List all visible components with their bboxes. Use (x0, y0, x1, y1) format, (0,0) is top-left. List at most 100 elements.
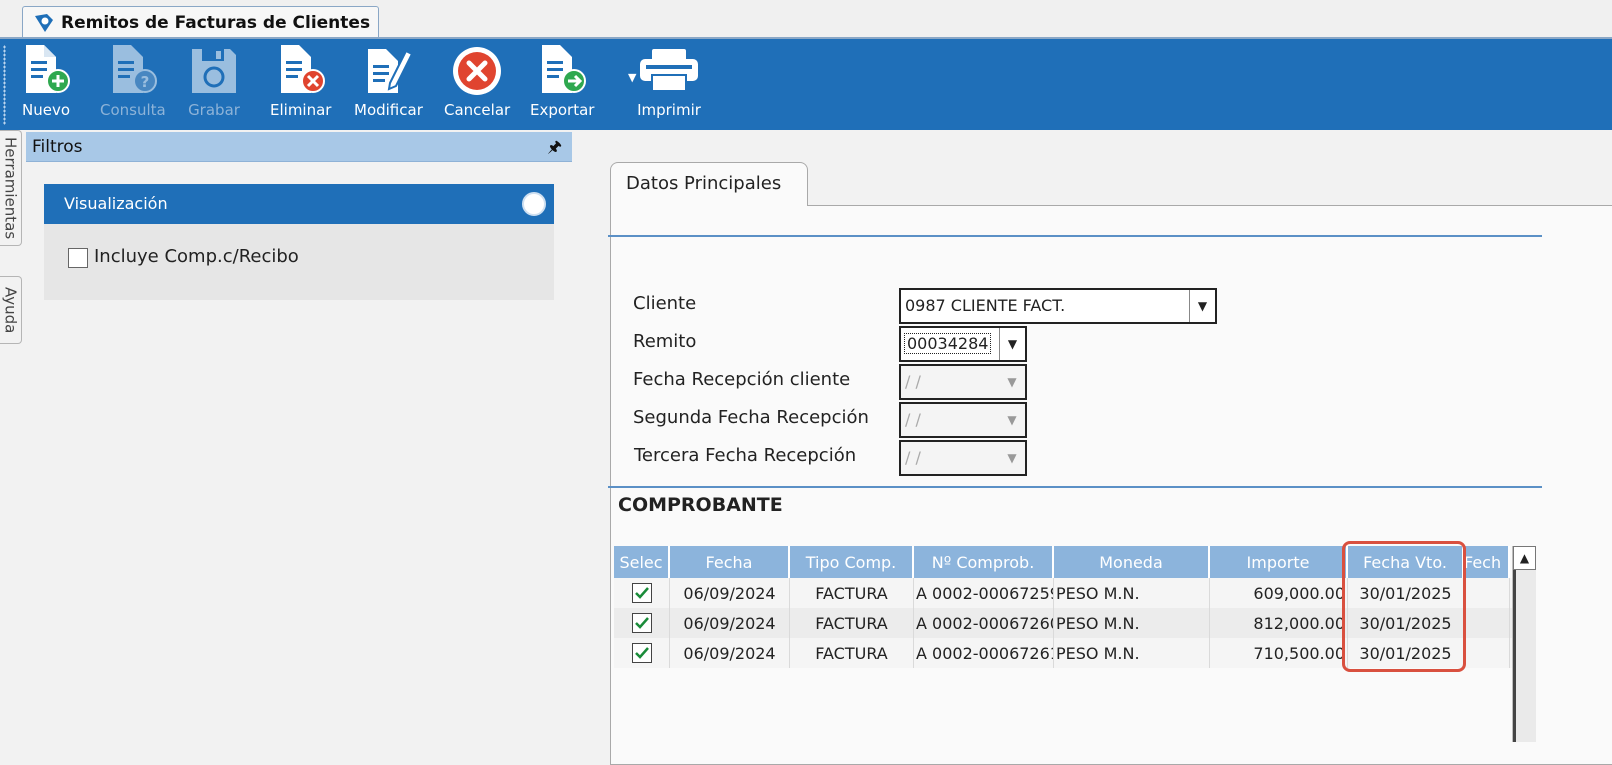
moneda-cell: PESO M.N. (1054, 578, 1210, 608)
doc-edit-icon (368, 49, 414, 93)
col-fecha[interactable]: Fecha (670, 546, 790, 578)
collapse-toggle-icon[interactable] (522, 192, 546, 216)
row-select-cell[interactable] (614, 578, 670, 608)
cancelar-button[interactable]: Cancelar (444, 43, 510, 127)
doc-export-icon (542, 45, 587, 93)
modificar-button[interactable]: Modificar (354, 43, 423, 127)
incluye-recibo-checkbox[interactable] (68, 248, 88, 268)
top-divider (608, 235, 1542, 237)
exportar-label: Exportar (530, 101, 595, 119)
incluye-recibo-label: Incluye Comp.c/Recibo (94, 246, 299, 267)
printer-icon (640, 49, 698, 92)
svg-text:?: ? (141, 73, 150, 91)
col-moneda[interactable]: Moneda (1054, 546, 1210, 578)
visualization-header[interactable]: Visualización (44, 184, 554, 224)
exportar-button[interactable]: Exportar (530, 43, 594, 127)
row-select-cell[interactable] (614, 638, 670, 668)
tab-datos-principales[interactable]: Datos Principales (610, 162, 808, 206)
importe-cell: 812,000.00 (1210, 608, 1348, 638)
scroll-up-icon[interactable]: ▲ (1513, 546, 1536, 570)
eliminar-label: Eliminar (270, 101, 332, 119)
segunda-fecha-label: Segunda Fecha Recepción (633, 407, 869, 428)
tab-herramientas-label: Herramientas (1, 136, 20, 240)
table-row[interactable]: 06/09/2024 FACTURA A 0002-00067259 PESO … (614, 578, 1536, 608)
cliente-value: 0987 CLIENTE FACT. (905, 296, 1066, 315)
checkmark-icon (634, 647, 649, 659)
col-importe[interactable]: Importe (1210, 546, 1348, 578)
tab-ayuda-label: Ayuda (1, 286, 20, 334)
tipo-cell: FACTURA (790, 608, 914, 638)
imprimir-label: Imprimir (637, 101, 701, 119)
col-numero-comprob[interactable]: Nº Comprob. (914, 546, 1054, 578)
row-select-checkbox[interactable] (631, 613, 652, 633)
imprimir-button[interactable]: Imprimir (636, 43, 702, 127)
grabar-button[interactable]: Grabar (186, 43, 242, 127)
table-row[interactable]: 06/09/2024 FACTURA A 0002-00067260 PESO … (614, 608, 1536, 638)
comprobante-section-title: COMPROBANTE (618, 494, 783, 516)
fecha-recepcion-field[interactable]: / / ▼ (899, 364, 1027, 400)
fecha-recepcion-dropdown-icon[interactable]: ▼ (999, 366, 1025, 398)
fecha-cell: 06/09/2024 (670, 578, 790, 608)
fecha-recepcion-value: / / (905, 372, 921, 391)
fecha-recepcion-label: Fecha Recepción cliente (633, 369, 851, 390)
fecha-vto-cell: 30/01/2025 (1348, 608, 1464, 638)
comprobantes-grid: Selec Fecha Tipo Comp. Nº Comprob. Moned… (614, 546, 1536, 668)
tab-herramientas[interactable]: Herramientas (0, 130, 22, 246)
table-row[interactable]: 06/09/2024 FACTURA A 0002-00067261 PESO … (614, 638, 1536, 668)
visualization-group: Visualización Incluye Comp.c/Recibo (44, 184, 554, 430)
tercera-fecha-value: / / (905, 448, 921, 467)
fecha-vto-cell: 30/01/2025 (1348, 578, 1464, 608)
consulta-button[interactable]: ? Consulta (100, 43, 166, 127)
moneda-cell: PESO M.N. (1054, 608, 1210, 638)
nuevo-button[interactable]: Nuevo (18, 43, 74, 127)
row-select-cell[interactable] (614, 608, 670, 638)
cliente-select[interactable]: 0987 CLIENTE FACT. ▼ (899, 288, 1217, 324)
doc-add-icon (26, 45, 70, 93)
row-select-checkbox[interactable] (631, 583, 652, 603)
numero-cell: A 0002-00067259 (914, 578, 1054, 608)
col-fecha-extra[interactable]: Fech (1464, 546, 1510, 578)
cliente-dropdown-icon[interactable]: ▼ (1189, 290, 1215, 322)
tercera-fecha-dropdown-icon[interactable]: ▼ (999, 442, 1025, 474)
importe-cell: 710,500.00 (1210, 638, 1348, 668)
tercera-fecha-field[interactable]: / / ▼ (899, 440, 1027, 476)
remito-label: Remito (633, 331, 697, 352)
row-select-checkbox[interactable] (631, 643, 652, 663)
section-divider (608, 486, 1542, 488)
col-tipo-comp[interactable]: Tipo Comp. (790, 546, 914, 578)
filters-title: Filtros (32, 137, 83, 157)
nuevo-label: Nuevo (21, 101, 70, 119)
scroll-track[interactable] (1513, 570, 1516, 742)
grid-scrollbar[interactable]: ▲ (1512, 546, 1536, 742)
eliminar-button[interactable]: Eliminar (270, 43, 331, 127)
numero-cell: A 0002-00067260 (914, 608, 1054, 638)
visualization-title: Visualización (64, 194, 168, 213)
tab-ayuda[interactable]: Ayuda (0, 276, 22, 344)
segunda-fecha-field[interactable]: / / ▼ (899, 402, 1027, 438)
tercera-fecha-label: Tercera Fecha Recepción (634, 445, 857, 466)
col-selec[interactable]: Selec (614, 546, 670, 578)
remito-value: 00034284 (903, 333, 992, 354)
toolbar-grip[interactable] (3, 45, 6, 125)
fecha-extra-cell (1464, 608, 1510, 638)
remito-select[interactable]: 00034284 ▼ (899, 326, 1027, 362)
numero-cell: A 0002-00067261 (914, 638, 1054, 668)
checkmark-icon (634, 617, 649, 629)
filters-panel: Filtros 🖈 Visualización Incluye Comp.c/R… (26, 132, 572, 742)
col-fecha-vto[interactable]: Fecha Vto. (1348, 546, 1464, 578)
window-tab[interactable]: Remitos de Facturas de Clientes (22, 6, 380, 38)
save-icon (192, 49, 236, 93)
fecha-cell: 06/09/2024 (670, 608, 790, 638)
checkmark-icon (634, 587, 649, 599)
toolbar: Nuevo ? Consulta Grabar Eliminar Modific… (0, 39, 1612, 130)
cancelar-label: Cancelar (444, 101, 511, 119)
pin-icon[interactable]: 🖈 (547, 136, 562, 163)
fecha-vto-cell: 30/01/2025 (1348, 638, 1464, 668)
segunda-fecha-value: / / (905, 410, 921, 429)
app-logo-icon (35, 13, 53, 32)
modificar-label: Modificar (354, 101, 423, 119)
remito-dropdown-icon[interactable]: ▼ (999, 328, 1025, 360)
tipo-cell: FACTURA (790, 638, 914, 668)
window-tab-title: Remitos de Facturas de Clientes (61, 12, 371, 33)
segunda-fecha-dropdown-icon[interactable]: ▼ (999, 404, 1025, 436)
